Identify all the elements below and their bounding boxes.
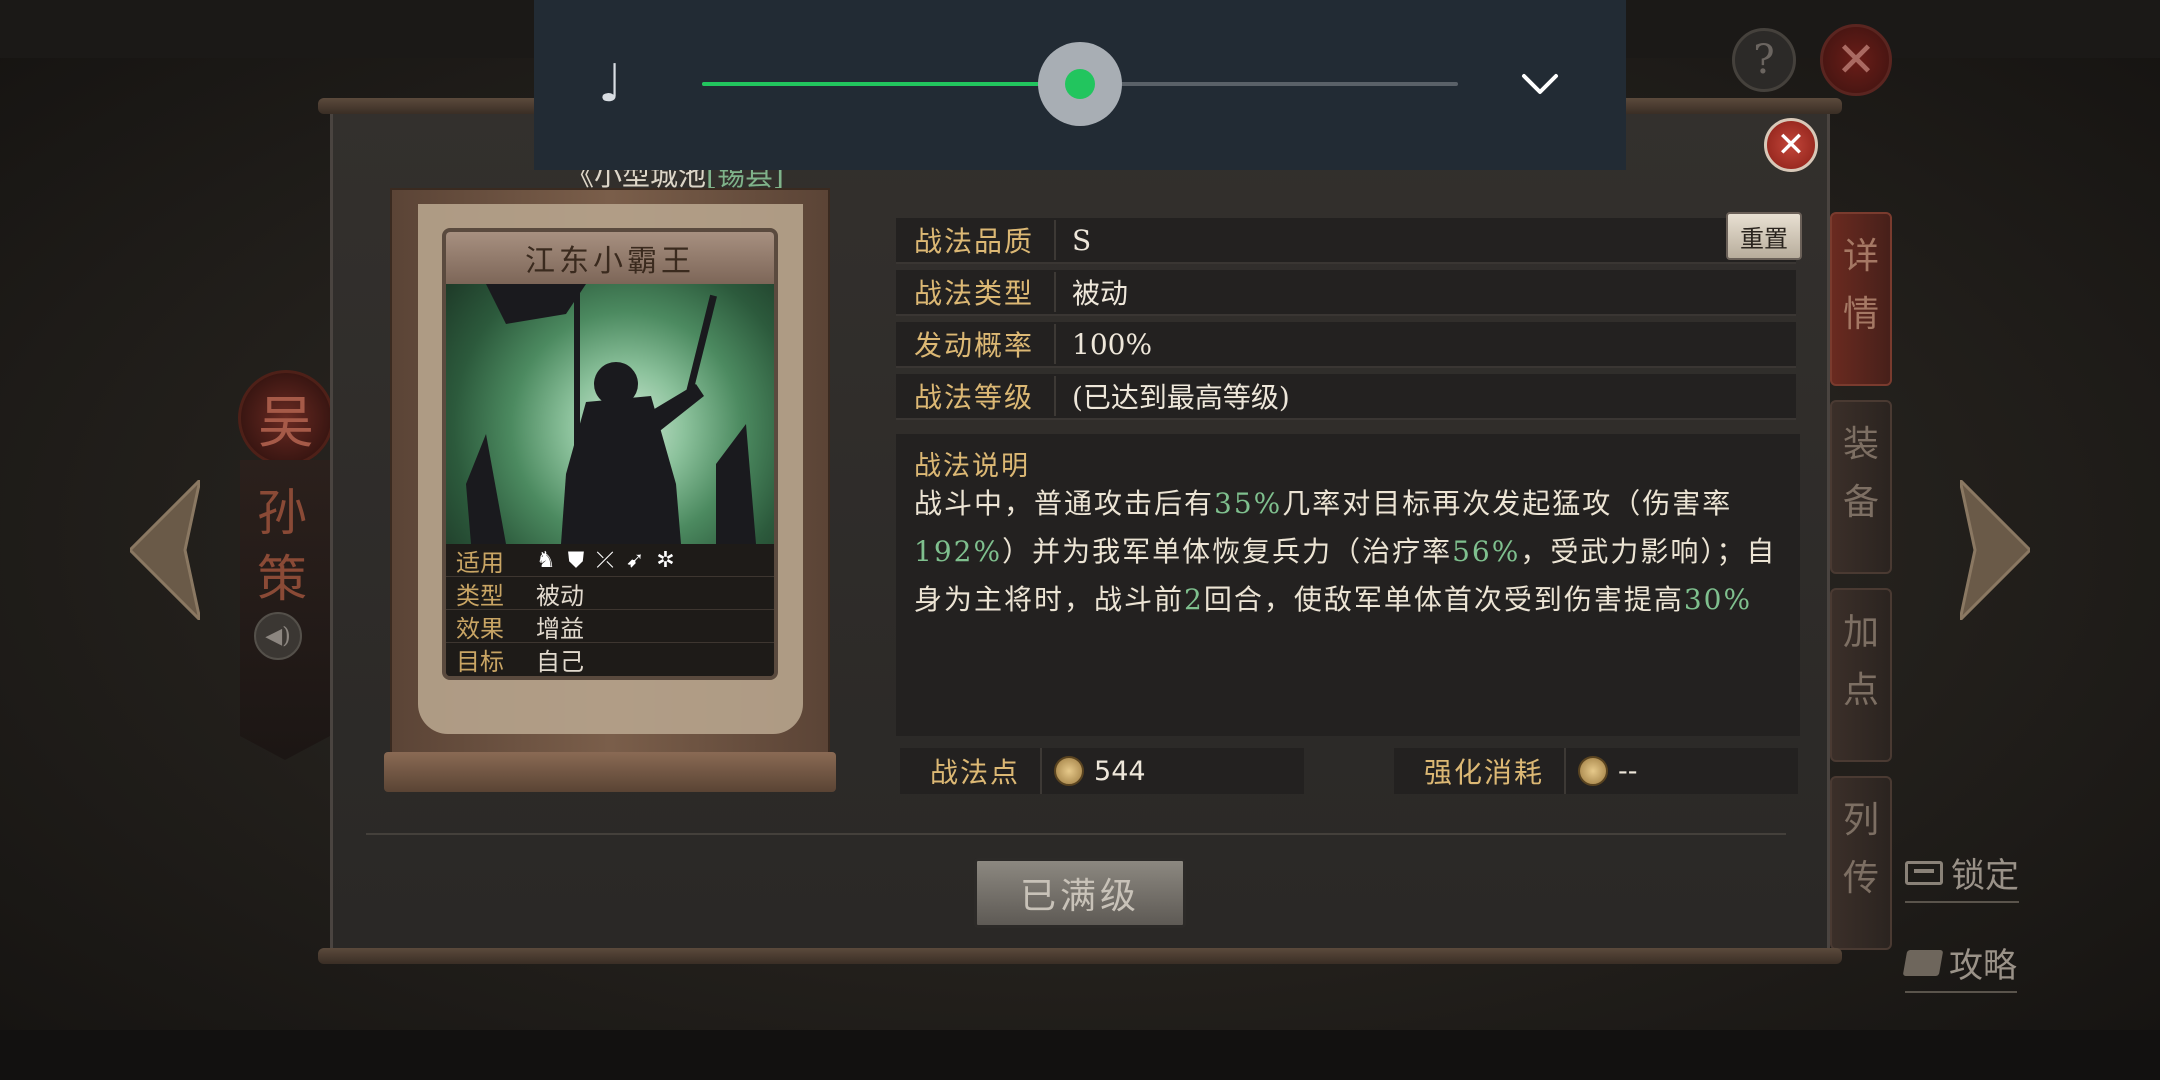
upgrade-cost-value: -- [1618, 755, 1638, 787]
card-row-key: 类型 [456, 581, 504, 610]
skill-card: 江东小霸王 适用 ♞ ⛊ ⤫ ➹ ✲ 类型 被动 效果 增益 目标 自己 [442, 228, 778, 680]
feather-coin-icon [1054, 756, 1085, 786]
voice-button[interactable]: ◀) [254, 612, 302, 660]
tab-equipment[interactable]: 装备 [1830, 400, 1892, 574]
card-row-type: 类型 被动 [446, 577, 774, 610]
description-segment: 战斗中，普通攻击后有 [914, 487, 1215, 520]
card-row-key: 适用 [456, 548, 504, 577]
field-key: 发动概率 [896, 324, 1056, 364]
skill-points-value: 544 [1094, 755, 1146, 787]
help-button[interactable]: ? [1732, 28, 1796, 92]
lock-icon [1905, 860, 1943, 885]
field-value: 100% [1072, 327, 1153, 361]
description-text: 战斗中，普通攻击后有35%几率对目标再次发起猛攻（伤害率 192%）并为我军单体恢… [914, 480, 1784, 624]
field-type: 战法类型 被动 [896, 270, 1796, 316]
dialog-close-button[interactable]: ✕ [1764, 118, 1818, 172]
general-name: 孙策 [257, 484, 307, 608]
guide-button[interactable]: 攻略 [1902, 938, 2017, 993]
field-key: 战法类型 [896, 272, 1056, 312]
dialog-frame-bottom [318, 948, 1842, 964]
description-segment: 回合，使敌军单体首次受到伤害提高 [1203, 583, 1684, 616]
description-box: 战法说明 战斗中，普通攻击后有35%几率对目标再次发起猛攻（伤害率 192%）并为… [896, 434, 1800, 736]
volume-slider-thumb[interactable] [1038, 42, 1122, 126]
cavalry-icon: ♞ [536, 547, 556, 573]
speaker-icon: ◀) [265, 623, 291, 649]
guide-label: 攻略 [1949, 946, 2017, 986]
music-note-icon: ♩ [598, 54, 623, 114]
card-row-target: 目标 自己 [446, 643, 774, 676]
volume-slider-dot [1065, 69, 1095, 99]
description-highlight: 30% [1683, 583, 1753, 616]
close-icon: ✕ [1776, 125, 1806, 165]
description-segment: ）并为我军单体恢复兵力（治疗率 [1002, 535, 1453, 568]
faction-seal: 吴 [238, 370, 334, 466]
shield-icon: ⛊ [567, 547, 585, 573]
troop-icons: ♞ ⛊ ⤫ ➹ ✲ [526, 548, 675, 573]
wheel-icon: ✲ [656, 547, 675, 573]
tab-details[interactable]: 详情 [1830, 212, 1892, 386]
maxed-button: 已满级 [974, 858, 1186, 928]
reset-button[interactable]: 重置 [1726, 212, 1802, 260]
spear-icon: ➹ [625, 547, 645, 573]
warrior-silhouette [466, 284, 756, 544]
card-row-value: 被动 [536, 581, 584, 610]
volume-overlay: ♩ [534, 0, 1626, 170]
next-arrow[interactable] [1957, 475, 2033, 625]
card-row-value: 增益 [536, 614, 584, 643]
bottom-bar [0, 1030, 2160, 1080]
volume-slider-fill [702, 82, 1080, 86]
card-row-suitable: 适用 ♞ ⛊ ⤫ ➹ ✲ [446, 544, 774, 577]
description-highlight: 2 [1184, 583, 1204, 616]
chevron-left-icon [127, 475, 203, 625]
skill-points-label: 战法点 [900, 748, 1043, 794]
field-quality: 战法品质 S [896, 218, 1796, 264]
feather-coin-icon [1578, 756, 1609, 786]
divider [366, 833, 1786, 835]
card-row-value: 自己 [536, 648, 584, 676]
lock-button[interactable]: 锁定 [1905, 848, 2019, 903]
description-highlight: 56% [1452, 535, 1521, 568]
card-title-bar: 江东小霸王 [446, 232, 774, 284]
skill-points: 战法点 544 [900, 748, 1304, 794]
question-icon: ? [1753, 37, 1775, 83]
scroll-icon [1902, 949, 1944, 976]
card-row-key: 效果 [456, 614, 504, 643]
card-title: 江东小霸王 [525, 244, 695, 279]
field-value: (已达到最高等级) [1072, 381, 1290, 414]
card-row-key: 目标 [456, 648, 504, 676]
scroll-rod [384, 752, 836, 792]
tab-points[interactable]: 加点 [1830, 588, 1892, 762]
screen-close-button[interactable]: ✕ [1820, 24, 1892, 96]
field-key: 战法品质 [896, 220, 1056, 260]
description-title: 战法说明 [914, 451, 1030, 482]
lock-label: 锁定 [1951, 856, 2019, 896]
chevron-down-icon[interactable] [1520, 64, 1560, 104]
field-level: 战法等级 (已达到最高等级) [896, 374, 1796, 420]
field-value: 被动 [1072, 277, 1129, 310]
prev-arrow[interactable] [127, 475, 203, 625]
card-info: 适用 ♞ ⛊ ⤫ ➹ ✲ 类型 被动 效果 增益 目标 自己 [446, 544, 774, 676]
description-segment: 几率对目标再次发起猛攻（伤害率 [1282, 487, 1733, 520]
card-row-effect: 效果 增益 [446, 610, 774, 643]
bow-icon: ⤫ [596, 547, 614, 573]
field-key: 战法等级 [896, 376, 1056, 416]
close-icon: ✕ [1835, 32, 1877, 88]
field-probability: 发动概率 100% [896, 322, 1796, 368]
field-value: S [1072, 223, 1092, 257]
chevron-right-icon [1957, 475, 2033, 625]
tab-biography[interactable]: 列传 [1830, 776, 1892, 950]
upgrade-cost: 强化消耗 -- [1394, 748, 1798, 794]
upgrade-cost-label: 强化消耗 [1394, 748, 1567, 794]
description-highlight: 35% [1214, 487, 1283, 520]
description-highlight: 192% [914, 535, 1003, 568]
card-art [446, 284, 774, 544]
